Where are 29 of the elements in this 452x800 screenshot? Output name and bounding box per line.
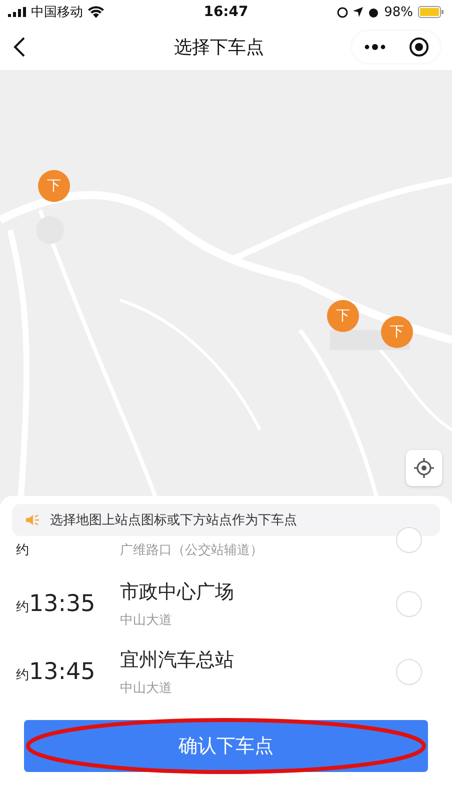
more-icon[interactable] bbox=[364, 44, 386, 50]
signal-icon bbox=[8, 7, 26, 17]
approx-label: 约 bbox=[16, 599, 29, 616]
stop-address: 中山大道 bbox=[120, 680, 173, 697]
arrival-time: 13:45 bbox=[29, 659, 96, 685]
page-title: 选择下车点 bbox=[174, 36, 264, 59]
stop-radio[interactable] bbox=[396, 659, 422, 685]
carrier-name: 中国移动 bbox=[31, 4, 83, 21]
stop-radio[interactable] bbox=[396, 527, 422, 553]
notice-text: 选择地图上站点图标或下方站点作为下车点 bbox=[50, 512, 297, 529]
stop-radio[interactable] bbox=[396, 591, 422, 617]
approx-label: 约 bbox=[16, 667, 29, 684]
clock-time: 16:47 bbox=[204, 4, 248, 20]
wifi-icon bbox=[88, 6, 104, 18]
battery-percent: 98% bbox=[384, 4, 413, 20]
approx-label: 约 bbox=[16, 542, 29, 559]
battery-icon bbox=[418, 6, 444, 18]
confirm-button[interactable]: 确认下车点 bbox=[24, 720, 428, 772]
stop-address: 中山大道 bbox=[120, 612, 173, 629]
location-arrow-icon bbox=[353, 7, 364, 17]
stop-address: 广维路口（公交站辅道） bbox=[120, 542, 264, 559]
back-icon[interactable] bbox=[12, 36, 26, 58]
locate-button[interactable] bbox=[406, 450, 442, 486]
crosshair-icon bbox=[414, 458, 434, 478]
stop-name: 市政中心广场 bbox=[120, 580, 235, 605]
close-icon[interactable] bbox=[408, 37, 428, 57]
speaker-icon bbox=[26, 514, 40, 526]
arrival-time: 13:35 bbox=[29, 591, 96, 617]
stop-name: 宜州汽车总站 bbox=[120, 648, 235, 673]
